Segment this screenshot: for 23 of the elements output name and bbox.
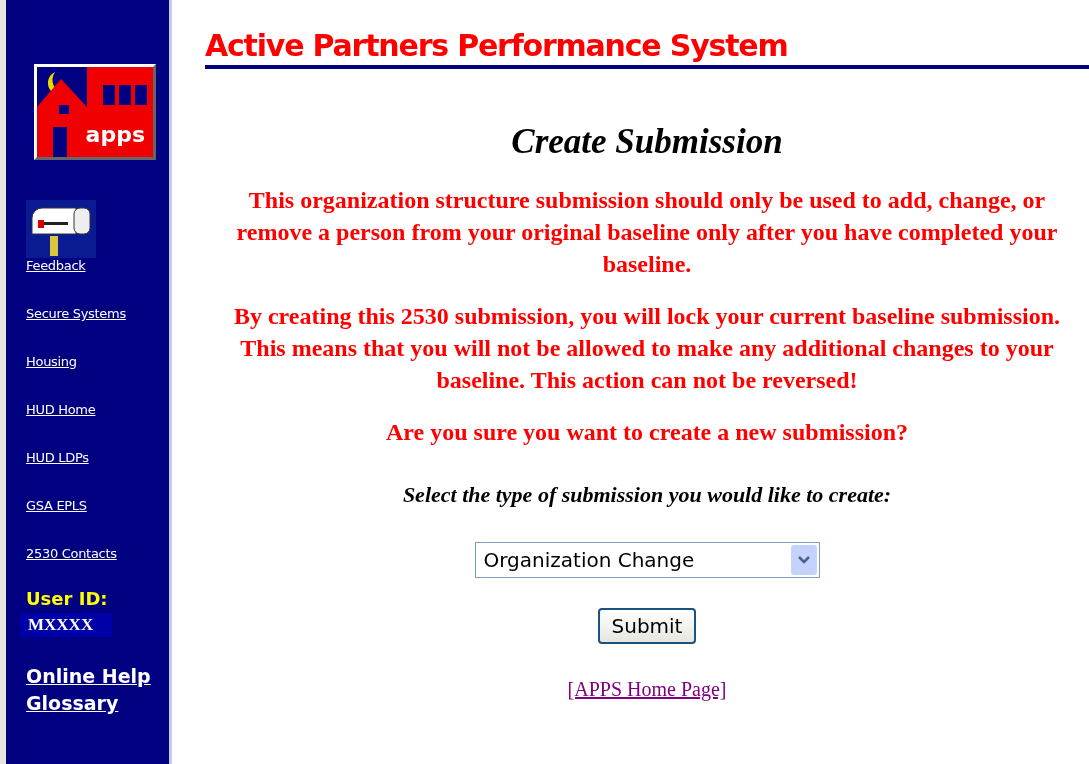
sidebar-link[interactable]: GSA EPLS (26, 498, 87, 513)
sidebar-link[interactable]: Secure Systems (26, 306, 126, 321)
sidebar-link[interactable]: Housing (26, 354, 77, 369)
submit-button[interactable]: Submit (597, 608, 697, 644)
apps-logo[interactable]: apps (34, 64, 156, 160)
app-title: Active Partners Performance System (205, 28, 788, 63)
user-id-label: User ID: (26, 588, 109, 609)
user-id: MXXXX (20, 613, 112, 637)
prompt-text: Select the type of submission you would like to create: (402, 482, 892, 508)
sidebar-link[interactable]: 2530 Contacts (26, 546, 117, 561)
warning-text: By creating this 2530 submission, you will lock your current baseline submission. This means that you will not be allowed to make any additional changes to your baseline. This action can not be reversed! (232, 302, 1062, 395)
feedback-link[interactable]: Feedback (26, 258, 86, 273)
submission-type-select[interactable]: Organization Change (474, 542, 820, 578)
help-link[interactable]: Glossary (26, 690, 119, 717)
mailbox-icon (26, 200, 96, 258)
home-page-link[interactable]: [APPS Home Page] (567, 678, 727, 701)
logo-text: apps (85, 122, 145, 147)
warning-text: Are you sure you want to create a new submission? (386, 418, 908, 447)
page-heading: Create Submission (511, 122, 783, 162)
sidebar-link[interactable]: HUD Home (26, 402, 96, 417)
help-link[interactable]: Online Help (26, 663, 151, 690)
sidebar-link[interactable]: HUD LDPs (26, 450, 89, 465)
warning-text: This organization structure submission should only be used to add, change, or remove a person from your original baseline only after you have completed your baseline. (235, 186, 1059, 279)
